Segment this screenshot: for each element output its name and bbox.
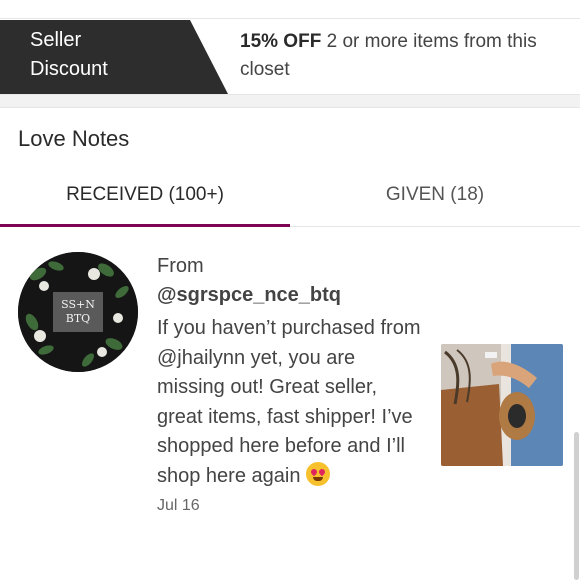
tab-received[interactable]: RECEIVED (100+): [0, 172, 290, 227]
product-thumbnail[interactable]: [441, 344, 563, 466]
heart-eyes-emoji-icon: [306, 461, 331, 486]
tab-given[interactable]: GIVEN (18): [290, 172, 580, 224]
love-note: From @sgrspce_nce_btq If you haven’t pur…: [157, 252, 427, 515]
love-notes-tabs: RECEIVED (100+) GIVEN (18): [0, 172, 580, 227]
top-divider: [0, 0, 580, 19]
note-username-link[interactable]: @sgrspce_nce_btq: [157, 281, 427, 310]
seller-discount-tag-line1: Seller: [30, 29, 82, 51]
avatar-store-label: SS+N BTQ: [53, 292, 103, 332]
avatar-text-line2: BTQ: [65, 312, 91, 325]
scrollbar[interactable]: [574, 432, 579, 580]
section-separator: [0, 94, 580, 108]
note-body-text: If you haven’t purchased from @jhailynn …: [157, 317, 421, 487]
avatar[interactable]: SS+N BTQ: [18, 252, 138, 372]
note-date: Jul 16: [157, 497, 200, 514]
note-from-label: From: [157, 255, 204, 277]
seller-discount-tag-text: Seller Discount: [30, 26, 108, 84]
note-body: If you haven’t purchased from @jhailynn …: [157, 314, 427, 491]
discount-percent: 15% OFF: [240, 31, 322, 52]
handbag-photo-icon: [441, 344, 563, 466]
avatar-text-line1: SS+N: [61, 298, 95, 311]
love-notes-title: Love Notes: [18, 126, 130, 151]
seller-discount-banner: Seller Discount 15% OFF 2 or more items …: [0, 20, 580, 94]
discount-description: 15% OFF 2 or more items from this closet: [240, 28, 575, 84]
seller-discount-tag-line2: Discount: [30, 58, 108, 80]
